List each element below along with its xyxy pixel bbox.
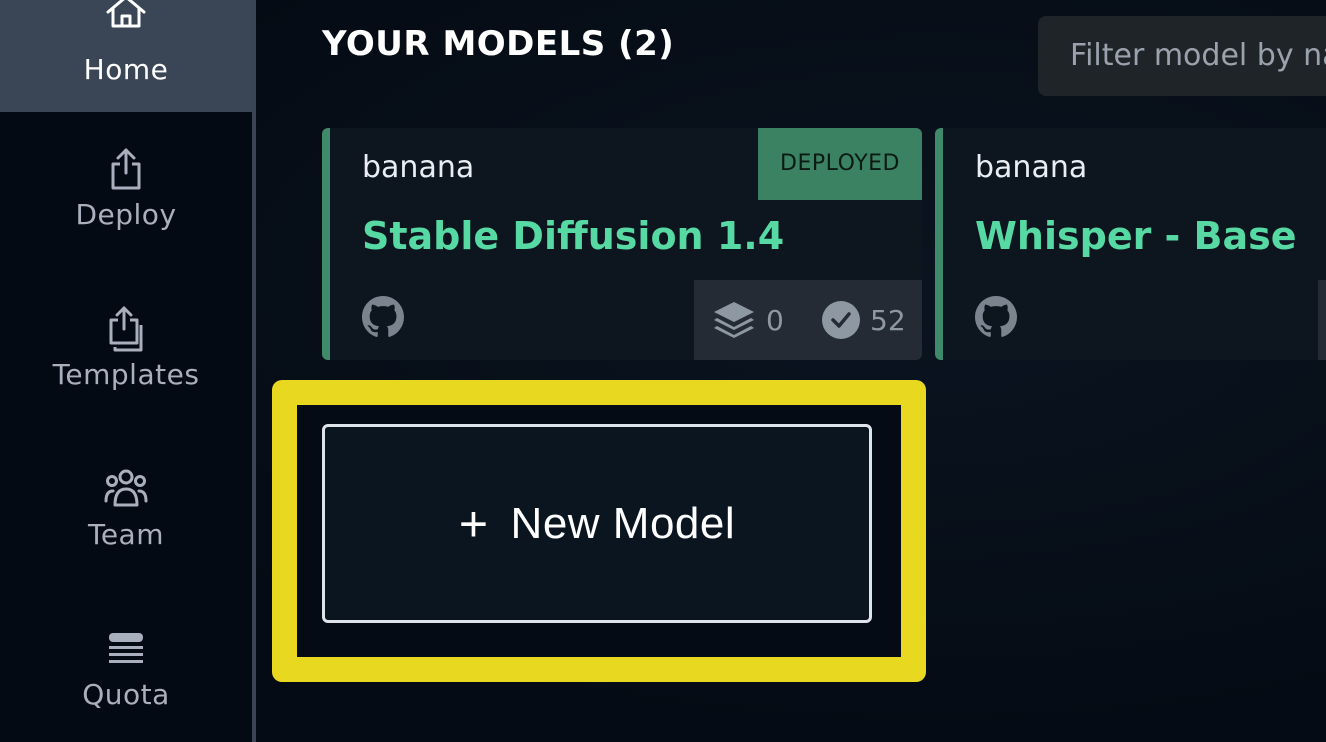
sidebar-item-label: Deploy: [75, 198, 177, 231]
filter-input[interactable]: [1038, 16, 1326, 96]
model-stats: 0 52: [694, 280, 922, 360]
quota-icon: [109, 633, 143, 663]
page-title: YOUR MODELS (2): [322, 24, 675, 64]
sidebar: Home Deploy Templates Team Quota: [0, 0, 256, 742]
github-icon[interactable]: [975, 296, 1017, 338]
layers-icon: [714, 302, 754, 338]
sidebar-item-quota[interactable]: Quota: [0, 625, 252, 737]
model-stats: [1318, 280, 1326, 360]
app-root: Home Deploy Templates Team Quota YOUR MO…: [0, 0, 1326, 742]
sidebar-item-templates[interactable]: Templates: [0, 305, 252, 417]
layers-count: 0: [766, 303, 784, 337]
github-icon[interactable]: [362, 296, 404, 338]
sidebar-item-deploy[interactable]: Deploy: [0, 145, 252, 257]
templates-icon: [109, 306, 143, 352]
home-icon: [106, 0, 146, 28]
model-name[interactable]: Stable Diffusion 1.4: [362, 214, 784, 258]
model-name[interactable]: Whisper - Base: [975, 214, 1297, 258]
model-owner: banana: [975, 150, 1088, 185]
model-card[interactable]: banana Whisper - Base: [935, 128, 1326, 360]
new-model-button[interactable]: + New Model: [322, 424, 872, 623]
model-card[interactable]: banana Stable Diffusion 1.4 DEPLOYED 0 5…: [322, 128, 922, 360]
sidebar-item-label: Templates: [52, 358, 200, 391]
layers-stat: 0: [712, 280, 784, 360]
status-badge: DEPLOYED: [758, 128, 922, 200]
sidebar-item-label: Quota: [82, 678, 170, 711]
sidebar-item-home[interactable]: Home: [0, 0, 252, 112]
plus-icon: +: [458, 495, 489, 552]
check-circle-icon: [822, 301, 860, 339]
calls-count: 52: [870, 303, 906, 337]
team-icon: [104, 469, 148, 507]
sidebar-item-team[interactable]: Team: [0, 465, 252, 577]
sidebar-item-label: Home: [83, 53, 169, 86]
sidebar-item-label: Team: [87, 518, 164, 551]
new-model-label: New Model: [510, 498, 736, 548]
share-icon: [111, 148, 141, 190]
model-owner: banana: [362, 150, 475, 185]
calls-stat: 52: [822, 280, 906, 360]
